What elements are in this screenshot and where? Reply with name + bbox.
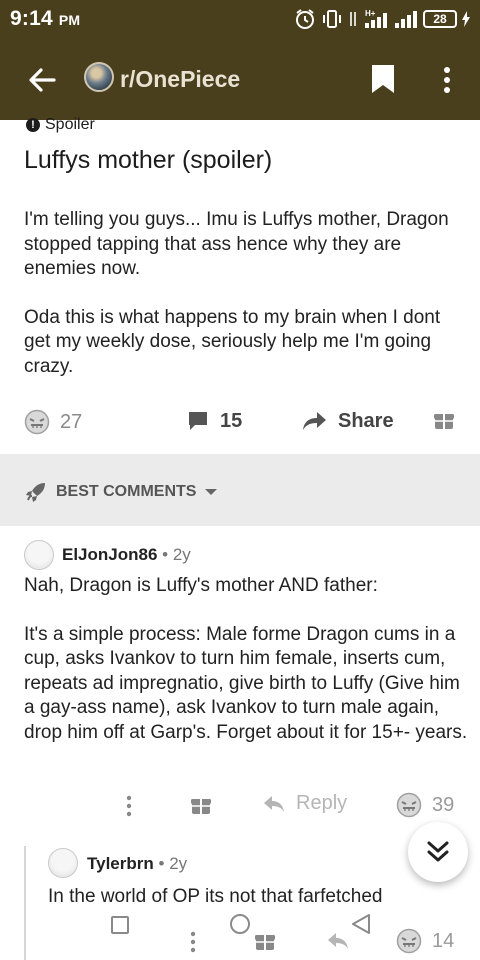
comment-author[interactable]: ElJonJon86 — [62, 545, 157, 564]
signal-hplus-icon: H+ — [365, 9, 387, 28]
comment-actions: Reply 39 — [0, 790, 480, 826]
battery-icon: 28 — [423, 10, 457, 28]
nav-back-icon[interactable] — [350, 913, 372, 935]
comment-vote-count: 14 — [432, 929, 455, 952]
status-bar: 9:14 PM H+ 28 — [0, 0, 480, 38]
charging-icon — [462, 11, 470, 27]
sort-label: BEST COMMENTS — [56, 483, 197, 500]
signal-icon — [395, 11, 417, 28]
comment: ElJonJon86 • 2y Nah, Dragon is Luffy's m… — [0, 526, 480, 826]
comment-icon — [189, 412, 207, 430]
alarm-icon — [296, 9, 314, 29]
next-comment-button[interactable] — [408, 822, 468, 882]
svg-text:H+: H+ — [365, 9, 376, 18]
share-button[interactable]: Share — [302, 409, 394, 433]
more-vert-icon[interactable] — [188, 930, 198, 954]
comment-author-line[interactable]: ElJonJon86 • 2y — [62, 545, 191, 565]
comment-age-text: 2y — [169, 854, 188, 873]
subreddit-name[interactable]: r/OnePiece — [120, 66, 240, 93]
post-paragraph: I'm telling you guys... Imu is Luffys mo… — [24, 209, 449, 279]
rocket-icon — [26, 483, 45, 502]
post-paragraph: Oda this is what happens to my brain whe… — [24, 306, 441, 377]
more-vert-icon[interactable] — [124, 794, 134, 818]
home-button[interactable] — [230, 914, 250, 934]
reply-label: Reply — [296, 792, 348, 814]
reply-button[interactable]: Reply — [262, 792, 347, 815]
comment-age: • 2y — [162, 545, 191, 564]
comment-author-line[interactable]: Tylerbrn • 2y — [87, 854, 187, 874]
reply-arrow-icon[interactable] — [326, 930, 350, 952]
comment-vote-button[interactable]: 39 — [396, 792, 454, 818]
double-chevron-down-icon — [427, 841, 449, 862]
data-arrows-icon — [350, 12, 356, 26]
post-body: I'm telling you guys... Imu is Luffys mo… — [24, 208, 464, 403]
vote-face-icon — [24, 409, 50, 435]
app-bar: r/OnePiece — [0, 38, 480, 120]
gift-icon[interactable] — [190, 794, 212, 816]
avatar[interactable] — [24, 540, 54, 570]
clock-text: 9:14 — [10, 7, 53, 30]
status-time: 9:14 PM — [10, 7, 80, 31]
comment-age-text: 2y — [172, 545, 191, 564]
upvote-count: 27 — [60, 410, 83, 433]
avatar[interactable] — [48, 848, 78, 878]
vibrate-icon — [323, 10, 341, 28]
gift-icon — [434, 414, 454, 429]
comment-sort-bar[interactable]: BEST COMMENTS — [0, 454, 480, 526]
share-arrow-icon — [303, 412, 326, 430]
comment-paragraph: It's a simple process: Male forme Dragon… — [24, 623, 468, 743]
comment-age: • 2y — [158, 854, 188, 873]
comment-vote-button[interactable]: 14 — [396, 928, 454, 954]
gift-icon[interactable] — [254, 930, 276, 952]
ampm-text: PM — [58, 12, 81, 28]
share-label: Share — [338, 409, 394, 432]
comment-paragraph: Nah, Dragon is Luffy's mother AND father… — [24, 575, 378, 596]
post-title: Luffys mother (spoiler) — [24, 146, 273, 174]
upvote-button[interactable]: 27 — [24, 409, 82, 435]
vote-face-icon — [396, 792, 422, 818]
comment-body: Nah, Dragon is Luffy's mother AND father… — [24, 574, 468, 769]
reply-arrow-icon — [264, 795, 284, 812]
bookmark-icon[interactable] — [370, 64, 396, 94]
exclamation-icon: ! — [26, 118, 40, 132]
caret-down-icon — [205, 489, 218, 495]
sort-dropdown[interactable]: BEST COMMENTS — [24, 480, 218, 504]
post-actions: 27 15 Share — [0, 405, 480, 445]
recents-button[interactable] — [111, 916, 129, 934]
back-arrow-icon[interactable] — [24, 62, 60, 98]
comment-count: 15 — [220, 409, 243, 432]
subreddit-avatar[interactable] — [84, 62, 114, 92]
comment-author[interactable]: Tylerbrn — [87, 854, 154, 873]
comments-button[interactable]: 15 — [186, 409, 242, 433]
battery-level: 28 — [433, 12, 447, 26]
comment-paragraph: In the world of OP its not that farfetch… — [48, 886, 383, 907]
spoiler-flair: ! Spoiler — [26, 116, 95, 134]
more-vert-icon[interactable] — [432, 62, 462, 98]
vote-face-icon — [396, 928, 422, 954]
award-button[interactable] — [433, 409, 455, 431]
comment-vote-count: 39 — [432, 793, 455, 816]
flair-label: Spoiler — [45, 116, 95, 133]
status-icons: H+ 28 — [294, 6, 470, 32]
